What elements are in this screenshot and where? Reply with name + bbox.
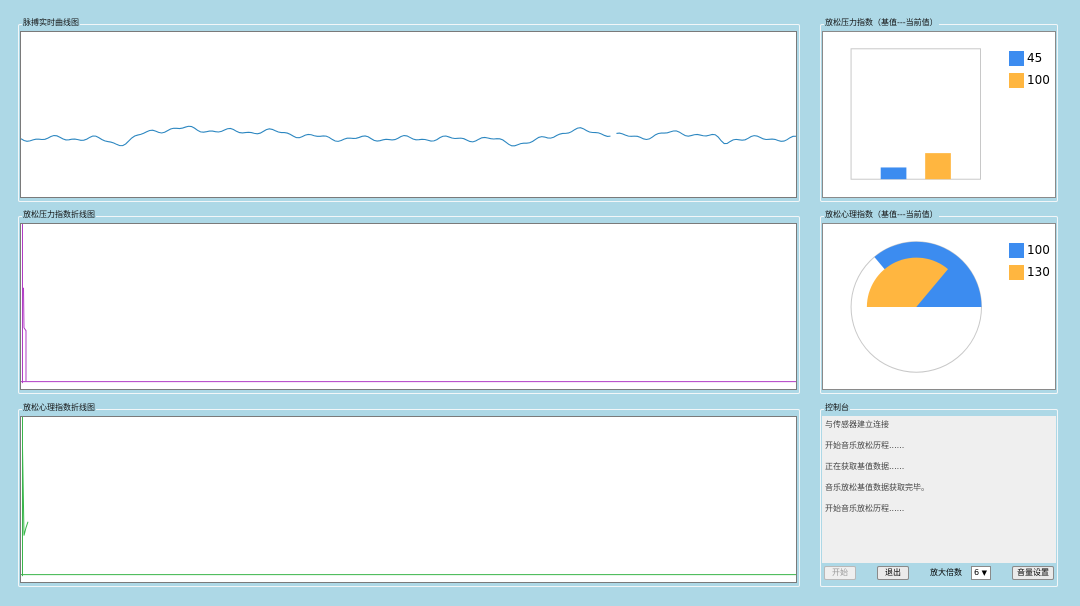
- mental-index-plot: 100 130: [822, 223, 1056, 390]
- legend-swatch-base: [1009, 50, 1024, 66]
- mental-index-legend: 100 130: [1009, 239, 1050, 283]
- mental-index-panel-title: 放松心理指数（基值---当前值）: [824, 210, 939, 220]
- stress-index-legend: 45 100: [1009, 47, 1050, 91]
- volume-settings-button[interactable]: 音量设置: [1012, 566, 1054, 580]
- stress-index-panel-title: 放松压力指数（基值---当前值）: [824, 18, 939, 28]
- pulse-plot-svg: [21, 125, 796, 147]
- stress-index-plot: 45 100: [822, 31, 1056, 198]
- stress-base-bar: [880, 167, 907, 180]
- legend-swatch-current: [1009, 72, 1024, 88]
- stress-line-panel-title: 放松压力指数折线图: [22, 210, 96, 220]
- stress-line-plot: [20, 223, 797, 390]
- log-line: 开始音乐放松历程......: [825, 504, 905, 513]
- start-button[interactable]: 开始: [824, 566, 856, 580]
- stress-index-panel: 放松压力指数（基值---当前值） 45 100: [820, 18, 1058, 202]
- legend-item-base: 100: [1009, 239, 1050, 261]
- stress-line-svg: [21, 224, 796, 384]
- log-line: 正在获取基值数据......: [825, 462, 905, 471]
- log-line: 音乐放松基值数据获取完毕。: [825, 483, 929, 492]
- legend-item-current: 130: [1009, 261, 1050, 283]
- gain-select[interactable]: 6 ▼: [971, 566, 991, 580]
- legend-item-current: 100: [1009, 69, 1050, 91]
- console-panel: 控制台 与传感器建立连接 开始音乐放松历程...... 正在获取基值数据....…: [820, 403, 1058, 587]
- chevron-down-icon: ▼: [981, 569, 987, 577]
- gain-select-value: 6: [974, 568, 980, 577]
- console-panel-title: 控制台: [824, 403, 850, 413]
- log-line: 与传感器建立连接: [825, 420, 889, 429]
- pulse-curve-segment: [616, 130, 796, 145]
- mental-line-panel-title: 放松心理指数折线图: [22, 403, 96, 413]
- legend-value-base: 45: [1027, 51, 1043, 65]
- legend-item-base: 45: [1009, 47, 1050, 69]
- legend-value-current: 130: [1027, 265, 1050, 279]
- mental-line-svg: [21, 417, 796, 577]
- mental-line-plot: [20, 416, 797, 583]
- stress-series-line: [22, 287, 27, 382]
- legend-swatch-base: [1009, 242, 1024, 258]
- stress-bar-plot-area: [850, 48, 981, 180]
- mental-index-panel: 放松心理指数（基值---当前值） 100 130: [820, 210, 1058, 394]
- pulse-panel-title: 脉搏实时曲线图: [22, 18, 80, 28]
- mental-series-line: [21, 446, 29, 536]
- pulse-plot: [20, 31, 797, 198]
- mental-line-panel: 放松心理指数折线图: [18, 403, 800, 587]
- console-log[interactable]: 与传感器建立连接 开始音乐放松历程...... 正在获取基值数据...... 音…: [822, 416, 1056, 563]
- legend-swatch-current: [1009, 264, 1024, 280]
- stress-current-bar: [925, 153, 951, 180]
- pulse-panel: 脉搏实时曲线图: [18, 18, 800, 202]
- gain-label: 放大倍数: [930, 568, 962, 577]
- legend-value-base: 100: [1027, 243, 1050, 257]
- log-line: 开始音乐放松历程......: [825, 441, 905, 450]
- pulse-curve: [21, 125, 611, 147]
- exit-button[interactable]: 退出: [877, 566, 909, 580]
- legend-value-current: 100: [1027, 73, 1050, 87]
- stress-line-panel: 放松压力指数折线图: [18, 210, 800, 394]
